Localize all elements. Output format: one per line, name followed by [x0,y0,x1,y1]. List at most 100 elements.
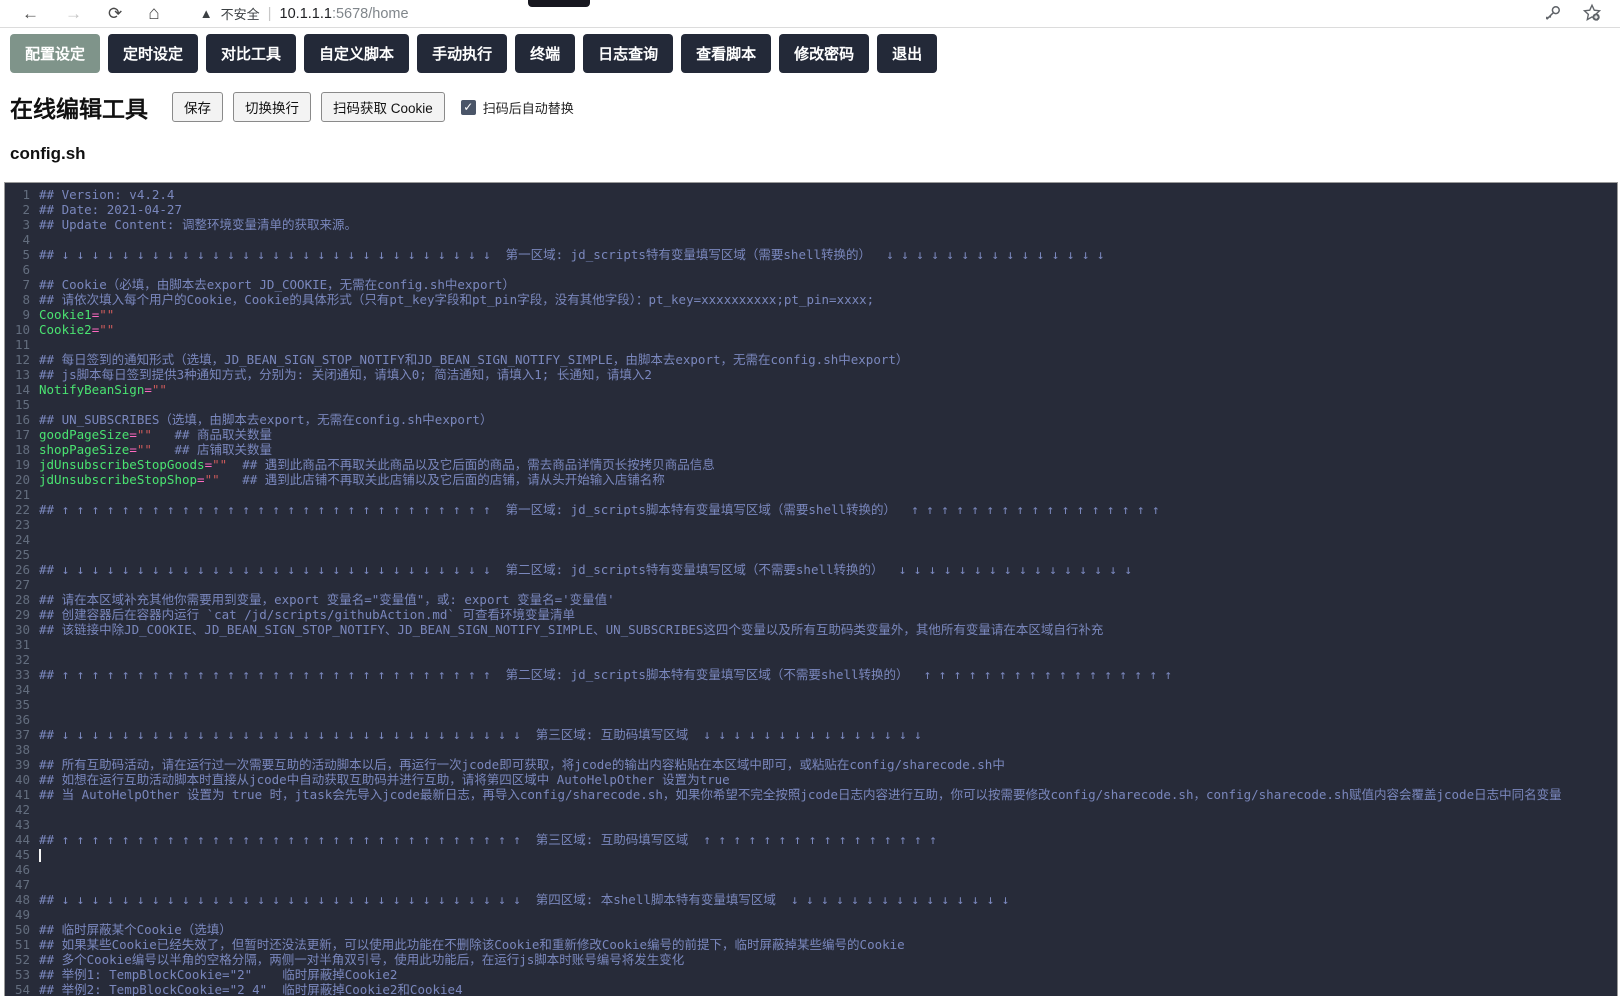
code-line[interactable]: 50## 临时屏蔽某个Cookie（选填） [5,922,1617,937]
code-editor[interactable]: 1## Version: v4.2.42## Date: 2021-04-273… [4,182,1618,996]
code-text: ## 创建容器后在容器内运行 `cat /jd/scripts/githubAc… [35,607,575,622]
code-text: ## ↑ ↑ ↑ ↑ ↑ ↑ ↑ ↑ ↑ ↑ ↑ ↑ ↑ ↑ ↑ ↑ ↑ ↑ ↑… [35,502,1159,517]
code-line[interactable]: 5## ↓ ↓ ↓ ↓ ↓ ↓ ↓ ↓ ↓ ↓ ↓ ↓ ↓ ↓ ↓ ↓ ↓ ↓ … [5,247,1617,262]
code-line[interactable]: 4 [5,232,1617,247]
auto-replace-label: 扫码后自动替换 [483,98,574,117]
code-line[interactable]: 3## Update Content: 调整环境变量清单的获取来源。 [5,217,1617,232]
code-line[interactable]: 38 [5,742,1617,757]
nav-item-config-settings[interactable]: 配置设定 [10,34,100,73]
code-text: ## 请依次填入每个用户的Cookie，Cookie的具体形式（只有pt_key… [35,292,874,307]
password-key-icon[interactable] [1543,4,1562,23]
code-text: shopPageSize="" ## 店铺取关数量 [35,442,272,457]
line-number: 53 [5,967,35,982]
toggle-wrap-button[interactable]: 切换换行 [233,92,311,122]
nav-item-custom-script[interactable]: 自定义脚本 [304,34,409,73]
code-line[interactable]: 31 [5,637,1617,652]
security-label[interactable]: 不安全 [221,4,260,23]
auto-replace-checkbox[interactable]: ✓ [461,100,476,115]
browser-chrome: ← → ⟳ ⌂ ▲ 不安全 | 10.1.1.1:5678/home [0,0,1620,28]
code-line[interactable]: 1## Version: v4.2.4 [5,187,1617,202]
nav-item-view-script[interactable]: 查看脚本 [681,34,771,73]
nav-item-log-query[interactable]: 日志查询 [583,34,673,73]
code-line[interactable]: 16## UN_SUBSCRIBES（选填，由脚本去export，无需在conf… [5,412,1617,427]
code-line[interactable]: 7## Cookie（必填，由脚本去export JD_COOKIE，无需在co… [5,277,1617,292]
nav-item-schedule-settings[interactable]: 定时设定 [108,34,198,73]
code-line[interactable]: 37## ↓ ↓ ↓ ↓ ↓ ↓ ↓ ↓ ↓ ↓ ↓ ↓ ↓ ↓ ↓ ↓ ↓ ↓… [5,727,1617,742]
code-line[interactable]: 53## 举例1: TempBlockCookie="2" 临时屏蔽掉Cooki… [5,967,1617,982]
save-button[interactable]: 保存 [172,92,223,122]
code-line[interactable]: 2## Date: 2021-04-27 [5,202,1617,217]
scan-cookie-button[interactable]: 扫码获取 Cookie [321,92,445,122]
nav-item-manual-run[interactable]: 手动执行 [417,34,507,73]
nav-item-terminal[interactable]: 终端 [515,34,575,73]
code-text [35,712,39,727]
code-line[interactable]: 6 [5,262,1617,277]
line-number: 36 [5,712,35,727]
code-line[interactable]: 52## 多个Cookie编号以半角的空格分隔，两侧一对半角双引号，使用此功能后… [5,952,1617,967]
code-line[interactable]: 33## ↑ ↑ ↑ ↑ ↑ ↑ ↑ ↑ ↑ ↑ ↑ ↑ ↑ ↑ ↑ ↑ ↑ ↑… [5,667,1617,682]
code-line[interactable]: 30## 该链接中除JD_COOKIE、JD_BEAN_SIGN_STOP_NO… [5,622,1617,637]
code-line[interactable]: 40## 如想在运行互助活动脚本时直接从jcode中自动获取互助码并进行互助，请… [5,772,1617,787]
refresh-icon[interactable]: ⟳ [108,4,122,24]
code-line[interactable]: 9Cookie1="" [5,307,1617,322]
line-number: 35 [5,697,35,712]
code-line[interactable]: 26## ↓ ↓ ↓ ↓ ↓ ↓ ↓ ↓ ↓ ↓ ↓ ↓ ↓ ↓ ↓ ↓ ↓ ↓… [5,562,1617,577]
code-text [35,817,39,832]
code-line[interactable]: 39## 所有互助码活动，请在运行过一次需要互助的活动脚本以后，再运行一次jco… [5,757,1617,772]
code-line[interactable]: 28## 请在本区域补充其他你需要用到变量，export 变量名="变量值"，或… [5,592,1617,607]
code-line[interactable]: 43 [5,817,1617,832]
code-line[interactable]: 45 [5,847,1617,862]
home-icon[interactable]: ⌂ [148,3,159,25]
nav-item-compare-tool[interactable]: 对比工具 [206,34,296,73]
code-line[interactable]: 41## 当 AutoHelpOther 设置为 true 时，jtask会先导… [5,787,1617,802]
code-line[interactable]: 36 [5,712,1617,727]
code-line[interactable]: 23 [5,517,1617,532]
line-number: 44 [5,832,35,847]
code-line[interactable]: 51## 如果某些Cookie已经失效了，但暂时还没法更新，可以使用此功能在不删… [5,937,1617,952]
code-text [35,847,41,862]
code-line[interactable]: 10Cookie2="" [5,322,1617,337]
line-number: 26 [5,562,35,577]
code-line[interactable]: 8## 请依次填入每个用户的Cookie，Cookie的具体形式（只有pt_ke… [5,292,1617,307]
code-line[interactable]: 54## 举例2: TempBlockCookie="2 4" 临时屏蔽掉Coo… [5,982,1617,996]
file-name: config.sh [0,124,1620,178]
code-line[interactable]: 11 [5,337,1617,352]
code-line[interactable]: 47 [5,877,1617,892]
code-line[interactable]: 46 [5,862,1617,877]
code-line[interactable]: 13## js脚本每日签到提供3种通知方式，分别为: 关闭通知，请填入0; 简洁… [5,367,1617,382]
code-line[interactable]: 48## ↓ ↓ ↓ ↓ ↓ ↓ ↓ ↓ ↓ ↓ ↓ ↓ ↓ ↓ ↓ ↓ ↓ ↓… [5,892,1617,907]
code-line[interactable]: 34 [5,682,1617,697]
code-line[interactable]: 15 [5,397,1617,412]
line-number: 29 [5,607,35,622]
favorite-star-add-icon[interactable] [1582,3,1602,23]
code-line[interactable]: 14NotifyBeanSign="" [5,382,1617,397]
code-line[interactable]: 19jdUnsubscribeStopGoods="" ## 遇到此商品不再取关… [5,457,1617,472]
address-bar[interactable]: ▲ 不安全 | 10.1.1.1:5678/home [200,4,409,23]
code-text [35,532,39,547]
url-text[interactable]: 10.1.1.1:5678/home [280,6,409,22]
nav-item-change-password[interactable]: 修改密码 [779,34,869,73]
code-text: ## 请在本区域补充其他你需要用到变量，export 变量名="变量值"，或: … [35,592,615,607]
code-line[interactable]: 44## ↑ ↑ ↑ ↑ ↑ ↑ ↑ ↑ ↑ ↑ ↑ ↑ ↑ ↑ ↑ ↑ ↑ ↑… [5,832,1617,847]
code-line[interactable]: 32 [5,652,1617,667]
code-line[interactable]: 21 [5,487,1617,502]
code-line[interactable]: 27 [5,577,1617,592]
code-line[interactable]: 24 [5,532,1617,547]
back-icon[interactable]: ← [22,4,39,24]
code-line[interactable]: 35 [5,697,1617,712]
code-line[interactable]: 25 [5,547,1617,562]
line-number: 1 [5,187,35,202]
code-line[interactable]: 42 [5,802,1617,817]
code-line[interactable]: 49 [5,907,1617,922]
line-number: 28 [5,592,35,607]
code-line[interactable]: 20jdUnsubscribeStopShop="" ## 遇到此店铺不再取关此… [5,472,1617,487]
line-number: 25 [5,547,35,562]
warning-icon[interactable]: ▲ [200,6,213,21]
nav-item-logout[interactable]: 退出 [877,34,937,73]
code-line[interactable]: 18shopPageSize="" ## 店铺取关数量 [5,442,1617,457]
code-line[interactable]: 17goodPageSize="" ## 商品取关数量 [5,427,1617,442]
code-line[interactable]: 12## 每日签到的通知形式（选填，JD_BEAN_SIGN_STOP_NOTI… [5,352,1617,367]
line-number: 32 [5,652,35,667]
code-line[interactable]: 29## 创建容器后在容器内运行 `cat /jd/scripts/github… [5,607,1617,622]
code-line[interactable]: 22## ↑ ↑ ↑ ↑ ↑ ↑ ↑ ↑ ↑ ↑ ↑ ↑ ↑ ↑ ↑ ↑ ↑ ↑… [5,502,1617,517]
